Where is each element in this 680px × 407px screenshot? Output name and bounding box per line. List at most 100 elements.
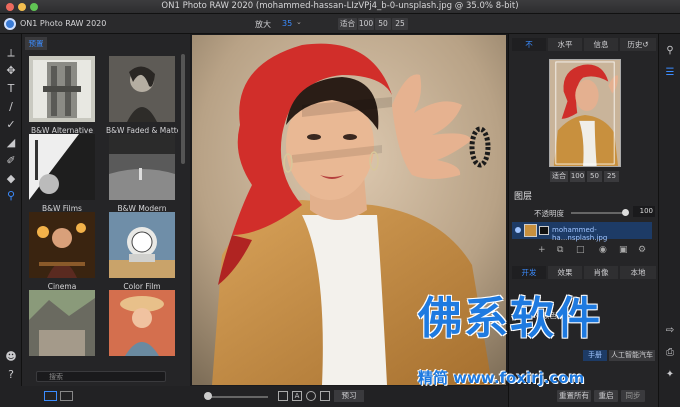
nav-fit-button[interactable]: 适合	[550, 171, 568, 182]
window-title: ON1 Photo RAW 2020 (mohammed-hassan-LIzV…	[161, 1, 519, 11]
tab-history[interactable]: 历史↺	[620, 38, 656, 51]
zoom-label: 放大	[255, 20, 271, 29]
export-icon[interactable]: ⇨	[662, 324, 678, 338]
preset-item[interactable]	[106, 290, 178, 358]
text-icon[interactable]: T	[3, 82, 19, 96]
share-icon[interactable]: ✦	[662, 368, 678, 382]
crop-icon[interactable]: ⟂	[3, 46, 19, 60]
preview-button[interactable]: 预习	[334, 390, 364, 402]
text-overlay-icon[interactable]: A	[292, 391, 302, 401]
clipping-icon[interactable]	[306, 391, 316, 401]
merge-layer-icon[interactable]: □	[576, 245, 585, 255]
layer-row[interactable]: mohammed-ha...nsplash.jpg	[512, 222, 652, 242]
opacity-slider[interactable]	[571, 212, 626, 214]
undo-icon: ↺	[642, 40, 649, 49]
visibility-icon[interactable]	[515, 227, 521, 233]
zoom-100-button[interactable]: 100	[358, 18, 374, 30]
sync-button[interactable]: 同步	[621, 390, 645, 402]
stamp-layer-icon[interactable]: ◉	[599, 245, 607, 255]
nav-100-button[interactable]: 100	[570, 171, 585, 182]
brush-icon[interactable]: ∕	[3, 100, 19, 114]
print-icon[interactable]: ⎙	[662, 346, 678, 360]
zoom-fit-button[interactable]: 适合	[338, 18, 357, 30]
watermark: 佛系软件	[418, 293, 602, 344]
layer-name: mohammed-ha...nsplash.jpg	[552, 226, 608, 242]
layer-actions: + ⧉ □ ◉ ▣ ⚙	[512, 245, 652, 257]
zoom-50-button[interactable]: 50	[375, 18, 391, 30]
retouch-icon[interactable]: ✐	[3, 154, 19, 168]
eraser-icon[interactable]: ◆	[3, 172, 19, 186]
preset-item[interactable]	[26, 290, 98, 358]
tab-info[interactable]: 信息	[584, 38, 618, 51]
add-layer-icon[interactable]: +	[538, 245, 546, 255]
zoom-tool-icon[interactable]: ⚲	[3, 189, 19, 203]
preset-item[interactable]: Cinema	[26, 212, 98, 291]
gradient-icon[interactable]: ◢	[3, 136, 19, 150]
tab-levels[interactable]: 水平	[548, 38, 582, 51]
watermark-url: 精简 www.foxirj.com	[418, 369, 585, 387]
tool-bar: ⟂ ✥ T ∕ ✓ ◢ ✐ ◆ ⚲ ☻ ?	[0, 34, 22, 407]
canvas-footer: A 预习	[190, 386, 508, 407]
tab-presets[interactable]: 预置	[25, 37, 47, 50]
preset-thumbnail	[29, 212, 95, 278]
zoom-value-dropdown[interactable]: 35	[282, 19, 292, 28]
right-panel: 不 水平 信息 历史↺ 适合 100 50 25 图层 不透明度 100 moh…	[508, 34, 658, 407]
browser-scrollbar[interactable]	[181, 54, 185, 164]
duplicate-layer-icon[interactable]: ⧉	[557, 245, 563, 255]
mask-view-icon[interactable]	[278, 391, 288, 401]
compare-slider-knob[interactable]	[204, 392, 212, 400]
tab-develop[interactable]: 开发	[512, 266, 546, 279]
reset-all-button[interactable]: 重置所有	[557, 390, 591, 402]
opacity-slider-knob[interactable]	[622, 209, 629, 216]
layer-settings-icon[interactable]: ⚙	[638, 245, 646, 255]
layer-mask-icon[interactable]	[539, 226, 549, 235]
nav-50-button[interactable]: 50	[587, 171, 602, 182]
preset-thumbnail	[29, 134, 95, 200]
presets-browser: 预置 B&W Alternative B&W Faded & Matte B&W…	[22, 34, 190, 407]
search-input[interactable]: 搜索	[36, 371, 166, 382]
tab-navigator[interactable]: 不	[512, 38, 546, 51]
move-icon[interactable]: ✥	[3, 64, 19, 78]
tab-portrait[interactable]: 肖像	[584, 266, 618, 279]
app-toolbar: ON1 Photo RAW 2020 放大 35 ⌄ 适合 100 50 25	[0, 14, 680, 34]
preset-thumbnail	[109, 290, 175, 356]
preset-item[interactable]: B&W Alternative	[26, 56, 98, 135]
preset-thumbnail	[29, 290, 95, 356]
tab-history-label: 历史	[627, 40, 643, 49]
browse-module-icon[interactable]: ⚲	[662, 44, 678, 58]
chevron-down-icon[interactable]: ⌄	[296, 18, 302, 26]
reset-button[interactable]: 重启	[594, 390, 618, 402]
preset-ai-button[interactable]: 人工智能汽车	[609, 350, 655, 361]
layer-thumbnail	[524, 224, 537, 237]
masking-brush-icon[interactable]: ✓	[3, 118, 19, 132]
delete-layer-icon[interactable]: ▣	[619, 245, 628, 255]
preset-item[interactable]: Color Film	[106, 212, 178, 291]
preset-thumbnail	[29, 56, 95, 122]
preset-thumbnail	[109, 212, 175, 278]
edit-module-icon[interactable]: ☰	[662, 66, 678, 80]
browser-footer: ⚲	[0, 373, 190, 407]
opacity-value-field[interactable]: 100	[633, 206, 655, 217]
layers-title: 图层	[514, 192, 533, 202]
title-bar: ON1 Photo RAW 2020 (mohammed-hassan-LIzV…	[0, 0, 680, 14]
preset-item[interactable]: B&W Modern	[106, 134, 178, 213]
grid-view-icon[interactable]	[44, 391, 57, 401]
tab-effects[interactable]: 效果	[548, 266, 582, 279]
module-bar: ⚲ ☰ ⇨ ⎙ ✦	[658, 34, 680, 407]
zoom-25-button[interactable]: 25	[392, 18, 408, 30]
preset-thumbnail	[109, 134, 175, 200]
compare-slider[interactable]	[208, 396, 268, 398]
preset-item[interactable]: B&W Faded & Matte	[106, 56, 178, 135]
preset-item[interactable]: B&W Films	[26, 134, 98, 213]
opacity-label: 不透明度	[534, 209, 564, 218]
help-icon[interactable]: ?	[3, 368, 19, 382]
filmstrip-view-icon[interactable]	[60, 391, 73, 401]
user-icon[interactable]: ☻	[3, 350, 19, 364]
navigator-thumbnail[interactable]	[549, 59, 621, 167]
preset-mode-button[interactable]: 手册	[583, 350, 607, 361]
soft-proof-icon[interactable]	[320, 391, 330, 401]
nav-25-button[interactable]: 25	[604, 171, 619, 182]
preset-thumbnail	[109, 56, 175, 122]
app-logo-icon	[4, 18, 16, 30]
tab-local[interactable]: 本地	[620, 266, 656, 279]
